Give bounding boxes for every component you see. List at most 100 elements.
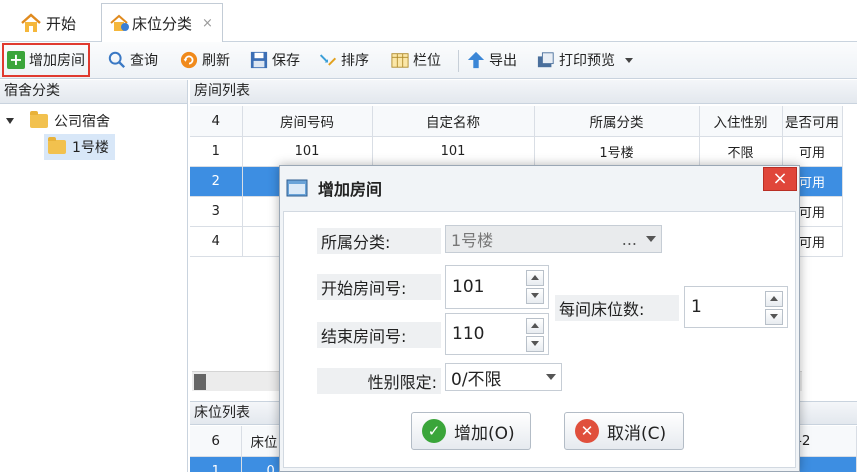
- tab-close-icon[interactable]: ×: [202, 16, 213, 31]
- scrollbar-thumb[interactable]: [194, 374, 206, 390]
- up-arrow-icon: [467, 51, 485, 69]
- tab-home[interactable]: 开始: [12, 4, 84, 42]
- category-value: 1号楼: [451, 231, 494, 250]
- columns-button[interactable]: 栏位: [391, 45, 441, 75]
- cell-name: 101: [372, 136, 535, 167]
- row-number: 1: [190, 136, 243, 167]
- tab-bed-category-label: 床位分类: [132, 14, 193, 33]
- refresh-label: 刷新: [202, 53, 230, 69]
- floppy-disk-icon: [250, 51, 268, 69]
- cell-gender: 不限: [699, 136, 783, 167]
- dropdown-arrow-icon: [546, 374, 556, 380]
- left-panel: 宿舍分类 公司宿舍 1号楼: [0, 80, 188, 472]
- column-header[interactable]: 自定名称: [372, 106, 535, 137]
- tab-bed-category[interactable]: 床位分类 ×: [101, 3, 223, 43]
- end-room-value: 110: [452, 324, 485, 344]
- dialog-title: 增加房间: [318, 180, 383, 199]
- ellipsis-icon: ...: [621, 230, 637, 249]
- table-row[interactable]: 1 101 101 1号楼 不限 可用: [190, 136, 843, 167]
- column-header[interactable]: 所属分类: [534, 106, 700, 137]
- category-select[interactable]: 1号楼 ...: [445, 225, 662, 253]
- start-room-stepper[interactable]: [526, 270, 544, 304]
- search-icon: [108, 51, 126, 69]
- beds-per-room-value: 1: [691, 297, 702, 317]
- export-label: 导出: [489, 53, 517, 69]
- spin-down-icon[interactable]: [526, 288, 544, 304]
- spin-down-icon[interactable]: [526, 336, 544, 352]
- row-number: 1: [190, 456, 243, 472]
- beds-stepper[interactable]: [765, 291, 783, 325]
- column-header[interactable]: 是否可用: [782, 106, 843, 137]
- cell-room-no: 101: [242, 136, 373, 167]
- dorm-category-header: 宿舍分类: [0, 80, 187, 104]
- query-label: 查询: [130, 53, 158, 69]
- print-preview-icon: [537, 52, 554, 68]
- tree-node-building-1[interactable]: 1号楼: [44, 134, 115, 160]
- print-preview-button[interactable]: 打印预览: [537, 45, 633, 75]
- cell-category: 1号楼: [534, 136, 700, 167]
- add-button-label: 增加(O): [454, 423, 515, 444]
- spin-up-icon[interactable]: [765, 291, 783, 307]
- cell-available: 可用: [782, 136, 843, 167]
- columns-label: 栏位: [413, 53, 441, 69]
- gender-value: 0/不限: [451, 369, 502, 390]
- cross-icon: ✕: [575, 419, 599, 443]
- chevron-down-icon[interactable]: [625, 57, 633, 63]
- tree-expand-icon[interactable]: [6, 118, 14, 124]
- sort-button[interactable]: 排序: [319, 45, 369, 75]
- row-count: 6: [190, 426, 243, 457]
- table-header-row: 4 房间号码 自定名称 所属分类 入住性别 是否可用: [190, 106, 843, 137]
- check-icon: ✓: [422, 419, 446, 443]
- save-label: 保存: [272, 53, 300, 69]
- add-room-button[interactable]: + 增加房间: [2, 43, 90, 77]
- export-button[interactable]: 导出: [467, 45, 517, 75]
- row-count: 4: [190, 106, 243, 137]
- plus-icon: +: [7, 51, 25, 69]
- columns-grid-icon: [391, 53, 409, 68]
- end-room-stepper[interactable]: [526, 318, 544, 352]
- tab-strip: 开始 床位分类 ×: [0, 0, 857, 43]
- dialog-title-bar: 增加房间: [280, 166, 799, 210]
- spin-up-icon[interactable]: [526, 318, 544, 334]
- dialog-body: 所属分类: 1号楼 ... 开始房间号: 101 每间床位数: 1 结束房间号:…: [283, 211, 796, 468]
- start-room-value: 101: [452, 277, 485, 297]
- cancel-button-label: 取消(C): [607, 423, 667, 444]
- category-label: 所属分类:: [317, 228, 441, 254]
- tab-home-label: 开始: [46, 14, 77, 33]
- start-room-label: 开始房间号:: [317, 274, 441, 300]
- house-gear-icon: [110, 14, 129, 31]
- add-room-dialog: 增加房间 × 所属分类: 1号楼 ... 开始房间号: 101 每间床位数: 1…: [279, 165, 800, 472]
- room-list-panel: 房间列表: [190, 80, 857, 104]
- folder-icon: [30, 111, 48, 128]
- add-button[interactable]: ✓ 增加(O): [411, 412, 531, 450]
- print-preview-label: 打印预览: [559, 53, 615, 69]
- beds-per-room-label: 每间床位数:: [555, 295, 679, 321]
- spin-down-icon[interactable]: [765, 309, 783, 325]
- tree-node-label: 公司宿舍: [54, 114, 110, 130]
- gender-select[interactable]: 0/不限: [445, 363, 562, 391]
- start-room-input[interactable]: 101: [445, 265, 549, 309]
- toolbar-separator: [458, 50, 459, 72]
- room-list-header: 房间列表: [190, 80, 857, 104]
- spin-up-icon[interactable]: [526, 270, 544, 286]
- folder-icon: [48, 137, 66, 154]
- sort-arrows-icon: [319, 54, 337, 66]
- tree-node-label: 1号楼: [72, 140, 109, 156]
- column-header[interactable]: 入住性别: [699, 106, 783, 137]
- beds-per-room-input[interactable]: 1: [684, 286, 788, 328]
- dropdown-arrow-icon: [646, 236, 656, 242]
- end-room-input[interactable]: 110: [445, 313, 549, 355]
- refresh-icon: [180, 51, 198, 69]
- row-number: 4: [190, 226, 243, 257]
- column-header[interactable]: -2: [796, 426, 857, 457]
- cancel-button[interactable]: ✕ 取消(C): [564, 412, 684, 450]
- tree-node-company-dorm[interactable]: 公司宿舍: [6, 108, 110, 134]
- gender-label: 性别限定:: [317, 368, 441, 394]
- query-button[interactable]: 查询: [108, 45, 158, 75]
- refresh-button[interactable]: 刷新: [180, 45, 230, 75]
- save-button[interactable]: 保存: [250, 45, 300, 75]
- end-room-label: 结束房间号:: [317, 322, 441, 348]
- column-header[interactable]: 房间号码: [242, 106, 373, 137]
- row-number: 3: [190, 196, 243, 227]
- dialog-close-button[interactable]: ×: [763, 167, 797, 191]
